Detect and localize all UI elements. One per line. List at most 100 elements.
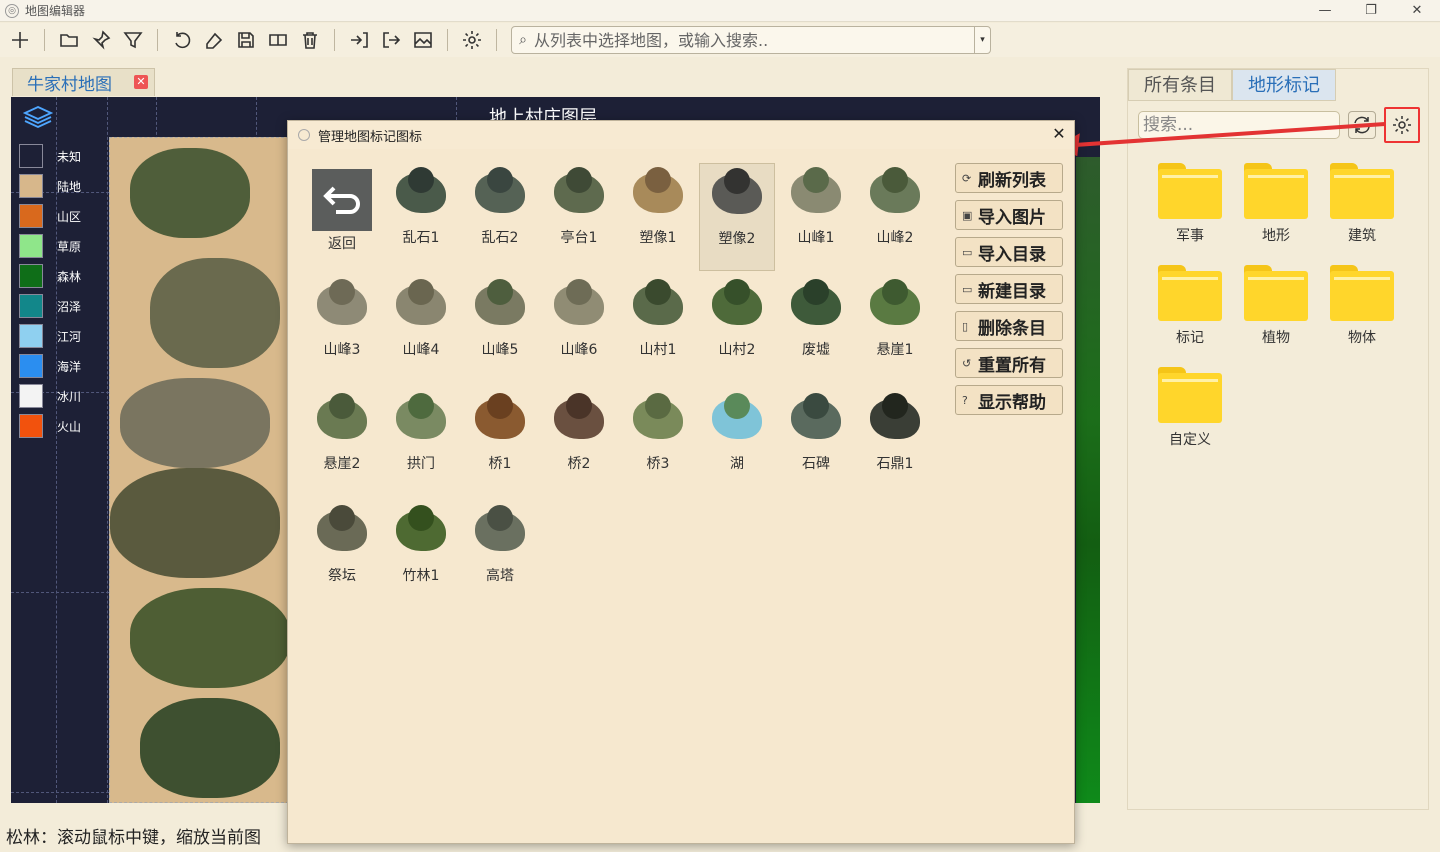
marker-icon-item[interactable]: 山峰3 — [304, 275, 380, 359]
map-search-input[interactable] — [534, 30, 974, 50]
legend-item[interactable]: 海洋 — [19, 351, 99, 381]
marker-icon-item[interactable]: 乱石1 — [383, 163, 459, 247]
folder-icon — [1158, 163, 1222, 219]
folder-item[interactable]: 标记 — [1150, 265, 1230, 347]
dialog-action-button[interactable]: ▯ 删除条目 — [955, 311, 1063, 341]
dialog-action-button[interactable]: ▭ 导入目录 — [955, 237, 1063, 267]
folder-label: 建筑 — [1348, 228, 1376, 244]
dialog-title-bar: 管理地图标记图标 — [288, 121, 1074, 149]
folder-item[interactable]: 地形 — [1236, 163, 1316, 245]
marker-icon-item[interactable]: 桥1 — [462, 389, 538, 473]
marker-icon-item[interactable]: 塑像2 — [699, 163, 775, 271]
action-icon: ↺ — [962, 356, 972, 370]
dialog-action-button[interactable]: ⟳ 刷新列表 — [955, 163, 1063, 193]
legend-item[interactable]: 火山 — [19, 411, 99, 441]
delete-button[interactable] — [296, 26, 324, 54]
dialog-action-button[interactable]: ↺ 重置所有 — [955, 348, 1063, 378]
layers-icon[interactable] — [22, 105, 54, 129]
marker-icon-item[interactable]: 山峰1 — [778, 163, 854, 247]
marker-icon-item[interactable]: 山村2 — [699, 275, 775, 359]
close-window-button[interactable]: ✕ — [1394, 0, 1440, 22]
pin-button[interactable] — [87, 26, 115, 54]
folder-item[interactable]: 建筑 — [1322, 163, 1402, 245]
chevron-down-icon[interactable]: ▾ — [974, 27, 990, 53]
marker-thumbnail-icon — [390, 389, 452, 451]
marker-label: 废墟 — [802, 342, 830, 358]
gear-icon — [1393, 116, 1411, 134]
clear-button[interactable] — [200, 26, 228, 54]
filter-button[interactable] — [119, 26, 147, 54]
marker-icon-item[interactable]: 石碑 — [778, 389, 854, 473]
maximize-button[interactable]: ❐ — [1348, 0, 1394, 22]
folder-open-icon — [60, 34, 78, 47]
folder-icon — [1244, 265, 1308, 321]
marker-icon-item[interactable]: 悬崖2 — [304, 389, 380, 473]
open-folder-button[interactable] — [55, 26, 83, 54]
action-label: 显示帮助 — [978, 392, 1046, 413]
tab-all-items[interactable]: 所有条目 — [1128, 69, 1232, 101]
minimize-button[interactable]: — — [1302, 0, 1348, 22]
marker-icon-item[interactable]: 桥2 — [541, 389, 617, 473]
image-button[interactable] — [409, 26, 437, 54]
marker-icon-item[interactable]: 石鼎1 — [857, 389, 933, 473]
marker-icon-item[interactable]: 桥3 — [620, 389, 696, 473]
back-item[interactable]: 返回 — [304, 163, 380, 253]
settings-button[interactable] — [458, 26, 486, 54]
marker-thumbnail-icon — [311, 275, 373, 337]
split-view-icon — [269, 34, 287, 46]
dialog-close-button[interactable]: ✕ — [1050, 125, 1068, 143]
legend-swatch — [19, 144, 43, 168]
marker-icon-item[interactable]: 悬崖1 — [857, 275, 933, 359]
dialog-action-button[interactable]: ▭ 新建目录 — [955, 274, 1063, 304]
dialog-action-button[interactable]: ? 显示帮助 — [955, 385, 1063, 415]
dialog-actions: ⟳ 刷新列表 ▣ 导入图片 ▭ 导入目录 ▭ 新建目录 ▯ 删除条目 ↺ 重置所有? 显示帮助 — [955, 163, 1065, 422]
map-search-combobox[interactable]: ⌕ ▾ — [511, 26, 991, 54]
folder-item[interactable]: 物体 — [1322, 265, 1402, 347]
legend-item[interactable]: 陆地 — [19, 171, 99, 201]
legend-item[interactable]: 森林 — [19, 261, 99, 291]
legend-item[interactable]: 冰川 — [19, 381, 99, 411]
dialog-action-button[interactable]: ▣ 导入图片 — [955, 200, 1063, 230]
marker-icon-item[interactable]: 拱门 — [383, 389, 459, 473]
marker-icon-item[interactable]: 山峰5 — [462, 275, 538, 359]
export-button[interactable] — [377, 26, 405, 54]
marker-icon-item[interactable]: 竹林1 — [383, 501, 459, 585]
legend-item[interactable]: 未知 — [19, 141, 99, 171]
marker-icon-item[interactable]: 高塔 — [462, 501, 538, 585]
split-button[interactable] — [264, 26, 292, 54]
legend-item[interactable]: 沼泽 — [19, 291, 99, 321]
import-icon — [351, 32, 368, 48]
marker-icon-item[interactable]: 山村1 — [620, 275, 696, 359]
marker-icon-item[interactable]: 塑像1 — [620, 163, 696, 247]
folder-icon — [1158, 265, 1222, 321]
marker-icon-item[interactable]: 山峰6 — [541, 275, 617, 359]
back-icon — [312, 169, 372, 231]
marker-icon-item[interactable]: 山峰4 — [383, 275, 459, 359]
tab-terrain-markers[interactable]: 地形标记 — [1232, 69, 1336, 101]
marker-icon-item[interactable]: 亭台1 — [541, 163, 617, 247]
undo-button[interactable] — [168, 26, 196, 54]
action-icon: ▭ — [962, 245, 973, 259]
legend-label: 山区 — [57, 209, 82, 224]
close-tab-icon[interactable]: ✕ — [134, 75, 148, 89]
legend-item[interactable]: 江河 — [19, 321, 99, 351]
import-button[interactable] — [345, 26, 373, 54]
marker-label: 石碑 — [802, 456, 830, 472]
marker-label: 石鼎1 — [876, 456, 914, 472]
marker-icon-item[interactable]: 废墟 — [778, 275, 854, 359]
marker-icon-item[interactable]: 湖 — [699, 389, 775, 473]
folder-item[interactable]: 自定义 — [1150, 367, 1230, 449]
folder-item[interactable]: 军事 — [1150, 163, 1230, 245]
marker-icon-item[interactable]: 祭坛 — [304, 501, 380, 585]
legend-item[interactable]: 山区 — [19, 201, 99, 231]
save-button[interactable] — [232, 26, 260, 54]
marker-label: 山峰4 — [402, 342, 440, 358]
action-label: 新建目录 — [978, 281, 1046, 302]
marker-icon-item[interactable]: 山峰2 — [857, 163, 933, 247]
title-bar: ◎ 地图编辑器 — ❐ ✕ — [0, 0, 1440, 22]
legend-item[interactable]: 草原 — [19, 231, 99, 261]
marker-icon-item[interactable]: 乱石2 — [462, 163, 538, 247]
tab-map[interactable]: 牛家村地图 ✕ — [12, 68, 155, 96]
new-map-button[interactable] — [6, 26, 34, 54]
folder-item[interactable]: 植物 — [1236, 265, 1316, 347]
